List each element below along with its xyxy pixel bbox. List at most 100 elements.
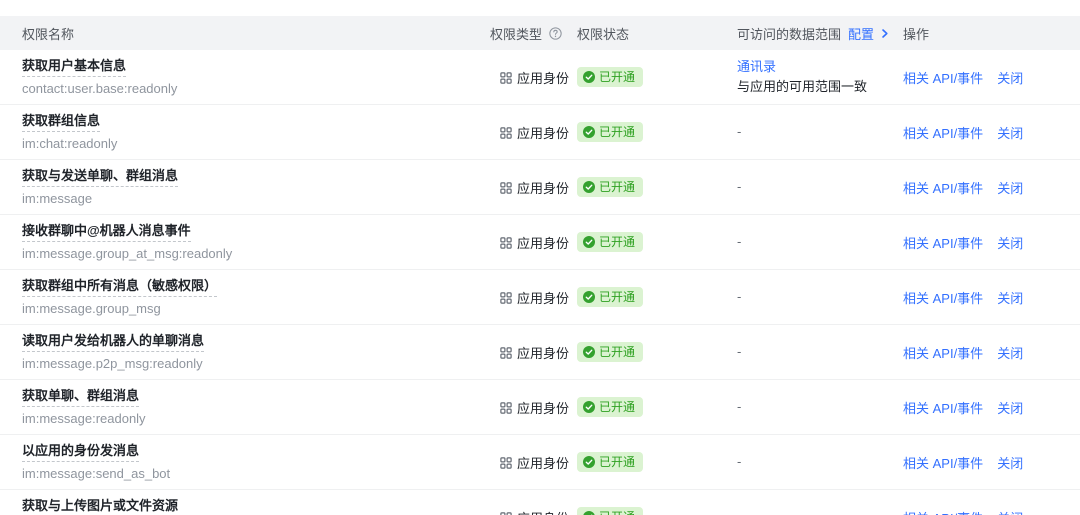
scope-link[interactable]: 通讯录 bbox=[737, 57, 776, 77]
related-api-events-link[interactable]: 相关 API/事件 bbox=[903, 233, 983, 252]
permission-type-label: 应用身份 bbox=[517, 508, 569, 515]
table-row: 获取单聊、群组消息 im:message:readonly 应用身份 bbox=[0, 380, 1080, 435]
permission-name[interactable]: 获取用户基本信息 bbox=[22, 57, 126, 77]
permission-code: im:message.p2p_msg:readonly bbox=[22, 356, 490, 372]
close-permission-link[interactable]: 关闭 bbox=[997, 508, 1023, 515]
app-identity-icon bbox=[500, 402, 512, 414]
permission-name[interactable]: 获取群组中所有消息（敏感权限） bbox=[22, 277, 217, 297]
close-permission-link[interactable]: 关闭 bbox=[997, 343, 1023, 362]
scope-dash: - bbox=[737, 454, 741, 469]
data-scope-header-label: 可访问的数据范围 bbox=[737, 24, 841, 43]
close-permission-link[interactable]: 关闭 bbox=[997, 123, 1023, 142]
permission-type-cell: 应用身份 bbox=[490, 68, 577, 87]
permission-status-cell: 已开通 bbox=[577, 232, 737, 252]
close-permission-link[interactable]: 关闭 bbox=[997, 288, 1023, 307]
app-identity-icon bbox=[500, 127, 512, 139]
related-api-events-link[interactable]: 相关 API/事件 bbox=[903, 123, 983, 142]
check-circle-icon bbox=[583, 346, 595, 358]
operations-cell: 相关 API/事件 关闭 bbox=[903, 178, 1080, 197]
data-scope-cell: - bbox=[737, 122, 903, 142]
table-row: 接收群聊中@机器人消息事件 im:message.group_at_msg:re… bbox=[0, 215, 1080, 270]
operations-cell: 相关 API/事件 关闭 bbox=[903, 453, 1080, 472]
permission-status-cell: 已开通 bbox=[577, 67, 737, 87]
related-api-events-link[interactable]: 相关 API/事件 bbox=[903, 398, 983, 417]
table-row: 读取用户发给机器人的单聊消息 im:message.p2p_msg:readon… bbox=[0, 325, 1080, 380]
app-identity-icon bbox=[500, 182, 512, 194]
status-badge-label: 已开通 bbox=[599, 345, 635, 359]
permission-name[interactable]: 获取群组信息 bbox=[22, 112, 100, 132]
related-api-events-link[interactable]: 相关 API/事件 bbox=[903, 453, 983, 472]
permission-name[interactable]: 获取单聊、群组消息 bbox=[22, 387, 139, 407]
permission-type-header-label: 权限类型 bbox=[490, 24, 542, 43]
permission-name[interactable]: 获取与发送单聊、群组消息 bbox=[22, 167, 178, 187]
close-permission-link[interactable]: 关闭 bbox=[997, 398, 1023, 417]
status-badge-label: 已开通 bbox=[599, 70, 635, 84]
related-api-events-link[interactable]: 相关 API/事件 bbox=[903, 508, 983, 515]
permission-name[interactable]: 以应用的身份发消息 bbox=[22, 442, 139, 462]
status-badge-label: 已开通 bbox=[599, 455, 635, 469]
permission-status-cell: 已开通 bbox=[577, 177, 737, 197]
table-row: 获取与发送单聊、群组消息 im:message 应用身份 bbox=[0, 160, 1080, 215]
permission-status-cell: 已开通 bbox=[577, 342, 737, 362]
related-api-events-link[interactable]: 相关 API/事件 bbox=[903, 68, 983, 87]
check-circle-icon bbox=[583, 181, 595, 193]
related-api-events-link[interactable]: 相关 API/事件 bbox=[903, 343, 983, 362]
status-badge: 已开通 bbox=[577, 122, 643, 142]
column-header-permission-name: 权限名称 bbox=[0, 24, 490, 43]
check-circle-icon bbox=[583, 511, 595, 515]
data-scope-cell: - bbox=[737, 342, 903, 362]
table-row: 以应用的身份发消息 im:message:send_as_bot 应用身份 bbox=[0, 435, 1080, 490]
table-row: 获取群组中所有消息（敏感权限） im:message.group_msg 应用身… bbox=[0, 270, 1080, 325]
scope-dash: - bbox=[737, 344, 741, 359]
permission-type-label: 应用身份 bbox=[517, 398, 569, 417]
status-badge: 已开通 bbox=[577, 67, 643, 87]
operations-cell: 相关 API/事件 关闭 bbox=[903, 68, 1080, 87]
operations-cell: 相关 API/事件 关闭 bbox=[903, 508, 1080, 515]
scope-dash: - bbox=[737, 179, 741, 194]
close-permission-link[interactable]: 关闭 bbox=[997, 233, 1023, 252]
permission-name[interactable]: 获取与上传图片或文件资源 bbox=[22, 497, 178, 515]
permission-type-label: 应用身份 bbox=[517, 288, 569, 307]
permission-type-cell: 应用身份 bbox=[490, 288, 577, 307]
related-api-events-link[interactable]: 相关 API/事件 bbox=[903, 178, 983, 197]
permissions-table: 权限名称 权限类型 权限状态 可访问的数据范围 配置 操作 bbox=[0, 16, 1080, 515]
permission-code: im:message.group_at_msg:readonly bbox=[22, 246, 490, 262]
close-permission-link[interactable]: 关闭 bbox=[997, 453, 1023, 472]
help-icon[interactable] bbox=[549, 27, 562, 40]
permission-status-cell: 已开通 bbox=[577, 287, 737, 307]
table-row: 获取用户基本信息 contact:user.base:readonly 应用身份 bbox=[0, 50, 1080, 105]
status-badge: 已开通 bbox=[577, 287, 643, 307]
status-badge-label: 已开通 bbox=[599, 290, 635, 304]
permission-type-cell: 应用身份 bbox=[490, 123, 577, 142]
permission-type-cell: 应用身份 bbox=[490, 453, 577, 472]
chevron-right-icon[interactable] bbox=[880, 28, 890, 39]
operations-cell: 相关 API/事件 关闭 bbox=[903, 398, 1080, 417]
table-row: 获取与上传图片或文件资源 im:resource 应用身份 bbox=[0, 490, 1080, 515]
close-permission-link[interactable]: 关闭 bbox=[997, 68, 1023, 87]
data-scope-cell: - bbox=[737, 397, 903, 417]
permission-name[interactable]: 读取用户发给机器人的单聊消息 bbox=[22, 332, 204, 352]
operations-cell: 相关 API/事件 关闭 bbox=[903, 233, 1080, 252]
close-permission-link[interactable]: 关闭 bbox=[997, 178, 1023, 197]
configure-scope-link[interactable]: 配置 bbox=[848, 24, 874, 43]
permission-type-label: 应用身份 bbox=[517, 343, 569, 362]
related-api-events-link[interactable]: 相关 API/事件 bbox=[903, 288, 983, 307]
column-header-data-scope: 可访问的数据范围 配置 bbox=[737, 24, 903, 43]
permission-code: im:message.group_msg bbox=[22, 301, 490, 317]
status-badge-label: 已开通 bbox=[599, 510, 635, 515]
permission-name-cell: 读取用户发给机器人的单聊消息 im:message.p2p_msg:readon… bbox=[0, 332, 490, 372]
column-header-operations: 操作 bbox=[903, 24, 1080, 43]
table-body: 获取用户基本信息 contact:user.base:readonly 应用身份 bbox=[0, 50, 1080, 515]
check-circle-icon bbox=[583, 456, 595, 468]
scope-dash: - bbox=[737, 124, 741, 139]
permission-name-cell: 以应用的身份发消息 im:message:send_as_bot bbox=[0, 442, 490, 482]
operations-cell: 相关 API/事件 关闭 bbox=[903, 288, 1080, 307]
permission-status-cell: 已开通 bbox=[577, 452, 737, 472]
permission-name[interactable]: 接收群聊中@机器人消息事件 bbox=[22, 222, 191, 242]
permission-type-cell: 应用身份 bbox=[490, 508, 577, 515]
app-identity-icon bbox=[500, 457, 512, 469]
permission-type-label: 应用身份 bbox=[517, 123, 569, 142]
app-identity-icon bbox=[500, 347, 512, 359]
data-scope-cell: - bbox=[737, 507, 903, 515]
permission-status-cell: 已开通 bbox=[577, 122, 737, 142]
